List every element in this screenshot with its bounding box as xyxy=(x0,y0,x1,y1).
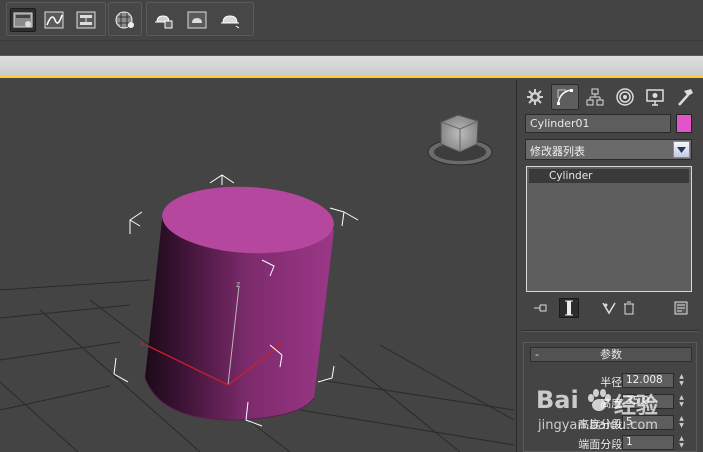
modify-icon xyxy=(557,89,573,105)
command-panel-tabs xyxy=(521,84,701,110)
chevron-down-icon[interactable] xyxy=(673,141,690,158)
viewport-title-strip xyxy=(0,56,703,78)
modifier-list-label: 修改器列表 xyxy=(530,145,585,158)
schematic-view-icon xyxy=(76,11,96,29)
create-icon xyxy=(527,89,543,105)
curve-editor-icon xyxy=(44,11,64,29)
render-button[interactable] xyxy=(217,8,243,32)
modifier-stack[interactable]: Cylinder xyxy=(526,166,692,292)
cap-segments-spinner[interactable]: ▲ ▼ xyxy=(677,435,686,450)
toolbar-group-1 xyxy=(6,2,106,36)
scene-explorer-icon xyxy=(13,12,33,28)
height-segments-spinner[interactable]: ▲ ▼ xyxy=(677,415,686,430)
height-spinner[interactable]: ▲ ▼ xyxy=(677,394,686,409)
height-row: 高度: 35.0 ▲ ▼ xyxy=(524,394,698,410)
object-color-swatch[interactable] xyxy=(676,114,692,133)
cap-segments-label: 端面分段: xyxy=(578,438,626,451)
configure-modifier-sets-button[interactable] xyxy=(671,298,691,318)
main-toolbar xyxy=(0,0,703,40)
tab-create[interactable] xyxy=(521,84,549,110)
stack-toolbar xyxy=(525,298,693,320)
parameters-title: 参数 xyxy=(600,348,622,361)
rendered-frame-button[interactable] xyxy=(184,8,210,32)
curve-editor-button[interactable] xyxy=(41,8,67,32)
remove-modifier-button[interactable] xyxy=(619,298,639,318)
svg-text:z: z xyxy=(236,280,240,289)
material-editor-button[interactable] xyxy=(112,8,138,32)
scene-explorer-button[interactable] xyxy=(10,8,36,32)
radius-spinner[interactable]: ▲ ▼ xyxy=(677,373,686,388)
toolbar-group-2 xyxy=(108,2,142,36)
render-setup-button[interactable] xyxy=(150,8,176,32)
hierarchy-icon xyxy=(586,88,604,106)
height-input[interactable]: 35.0 xyxy=(622,394,674,409)
trash-icon xyxy=(624,301,634,315)
pin-icon xyxy=(534,304,547,312)
utilities-icon xyxy=(678,89,693,106)
radius-row: 半径: 12.008 ▲ ▼ xyxy=(524,373,698,389)
show-end-result-button[interactable] xyxy=(559,298,579,318)
make-unique-icon xyxy=(602,302,616,315)
rendered-frame-icon xyxy=(187,11,207,29)
command-panel: Cylinder01 修改器列表 Cylinder - 参数 半径: 12.00… xyxy=(516,80,703,452)
tab-utilities[interactable] xyxy=(671,84,699,110)
parameters-rollout: - 参数 半径: 12.008 ▲ ▼ 高度: 35.0 ▲ ▼ 高度分段: 5 ▲… xyxy=(523,342,697,452)
tab-display[interactable] xyxy=(641,84,669,110)
object-name-input[interactable]: Cylinder01 xyxy=(525,114,671,133)
render-icon xyxy=(221,15,240,29)
cap-segments-row: 端面分段: 1 ▲ ▼ xyxy=(524,435,698,451)
height-segments-row: 高度分段: 5 ▲ ▼ xyxy=(524,415,698,431)
show-end-result-icon xyxy=(565,300,573,316)
pin-stack-button[interactable] xyxy=(531,298,551,318)
stack-item-cylinder[interactable]: Cylinder xyxy=(529,169,689,183)
height-segments-input[interactable]: 5 xyxy=(622,415,674,430)
perspective-viewport[interactable]: z x y xyxy=(0,80,514,452)
tab-motion[interactable] xyxy=(611,84,639,110)
material-editor-icon xyxy=(115,11,134,29)
toolbar-group-3 xyxy=(146,2,254,36)
tab-modify[interactable] xyxy=(551,84,579,110)
display-icon xyxy=(646,89,664,106)
height-segments-label: 高度分段: xyxy=(578,418,626,431)
parameters-rollout-header[interactable]: - 参数 xyxy=(530,347,692,362)
modifier-list-dropdown[interactable]: 修改器列表 xyxy=(525,139,692,160)
make-unique-button[interactable] xyxy=(599,298,619,318)
motion-icon xyxy=(616,88,634,106)
tab-hierarchy[interactable] xyxy=(581,84,609,110)
ribbon-strip xyxy=(0,40,703,56)
radius-input[interactable]: 12.008 xyxy=(622,373,674,388)
svg-text:x: x xyxy=(140,339,145,348)
viewcube[interactable] xyxy=(427,114,493,166)
cap-segments-input[interactable]: 1 xyxy=(622,435,674,450)
panel-separator xyxy=(521,330,699,332)
configure-icon xyxy=(674,301,688,315)
schematic-view-button[interactable] xyxy=(73,8,99,32)
viewport-scene: z x y xyxy=(0,114,514,452)
render-setup-icon xyxy=(155,15,173,29)
svg-text:y: y xyxy=(276,339,281,348)
